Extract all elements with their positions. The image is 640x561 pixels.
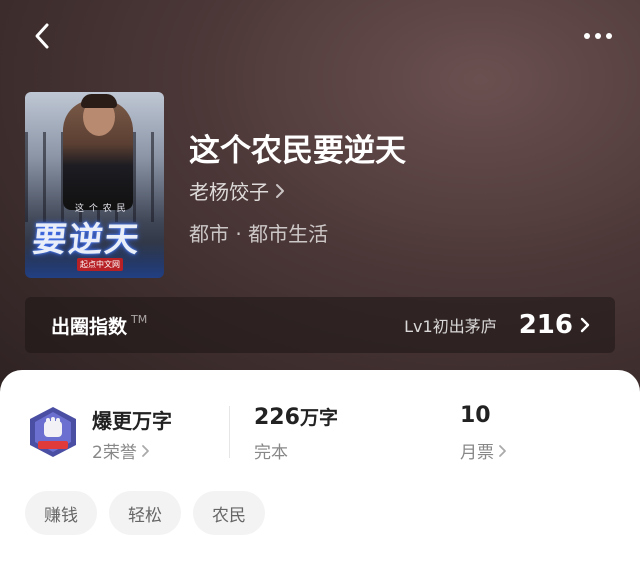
tag-chip[interactable]: 农民 (193, 491, 265, 535)
chevron-right-icon (141, 444, 149, 457)
book-cover[interactable]: 这 个 农 民 要逆天 起点中文网 (25, 92, 164, 278)
cover-publisher-logo: 起点中文网 (77, 258, 123, 271)
chevron-right-icon (499, 444, 506, 457)
completion-status: 完本 (254, 443, 288, 463)
more-button[interactable] (578, 18, 618, 54)
honor-count-link[interactable]: 2荣誉 (92, 438, 150, 463)
book-genre: 都市 · 都市生活 (189, 222, 329, 246)
back-chevron-icon (35, 23, 49, 49)
tag-list: 赚钱 轻松 农民 (25, 491, 265, 535)
author-link[interactable]: 老杨饺子 (189, 176, 285, 205)
tag-chip[interactable]: 轻松 (109, 491, 181, 535)
tag-chip[interactable]: 赚钱 (25, 491, 97, 535)
honor-count: 2荣誉 (92, 443, 137, 463)
cover-hair (81, 94, 117, 108)
more-dots-icon (584, 33, 612, 39)
word-count-number: 226 (254, 405, 300, 430)
trademark-mark: TM (131, 313, 148, 326)
index-score: 216 (518, 310, 573, 340)
author-name: 老杨饺子 (189, 180, 269, 204)
stats-divider (229, 406, 230, 458)
index-right-group: Lv1初出茅庐 216 (404, 310, 591, 340)
back-button[interactable] (24, 18, 60, 54)
cover-title-text: 要逆天 (30, 220, 143, 260)
index-level: Lv1初出茅庐 (404, 317, 497, 336)
word-count-unit: 万字 (299, 407, 338, 429)
fist-badge-icon[interactable] (26, 405, 80, 459)
word-count: 226万字 (254, 403, 338, 430)
popularity-index-bar[interactable]: 出圈指数 TM Lv1初出茅庐 216 (25, 297, 615, 353)
monthly-ticket-label: 月票 (460, 443, 494, 463)
monthly-ticket-link[interactable]: 月票 (460, 438, 507, 463)
monthly-ticket-count: 10 (460, 403, 491, 428)
chevron-right-icon (580, 317, 590, 333)
book-title: 这个农民要逆天 (189, 133, 406, 169)
chevron-right-icon (276, 183, 284, 198)
index-label: 出圈指数 (51, 315, 128, 338)
honor-title: 爆更万字 (92, 409, 172, 433)
